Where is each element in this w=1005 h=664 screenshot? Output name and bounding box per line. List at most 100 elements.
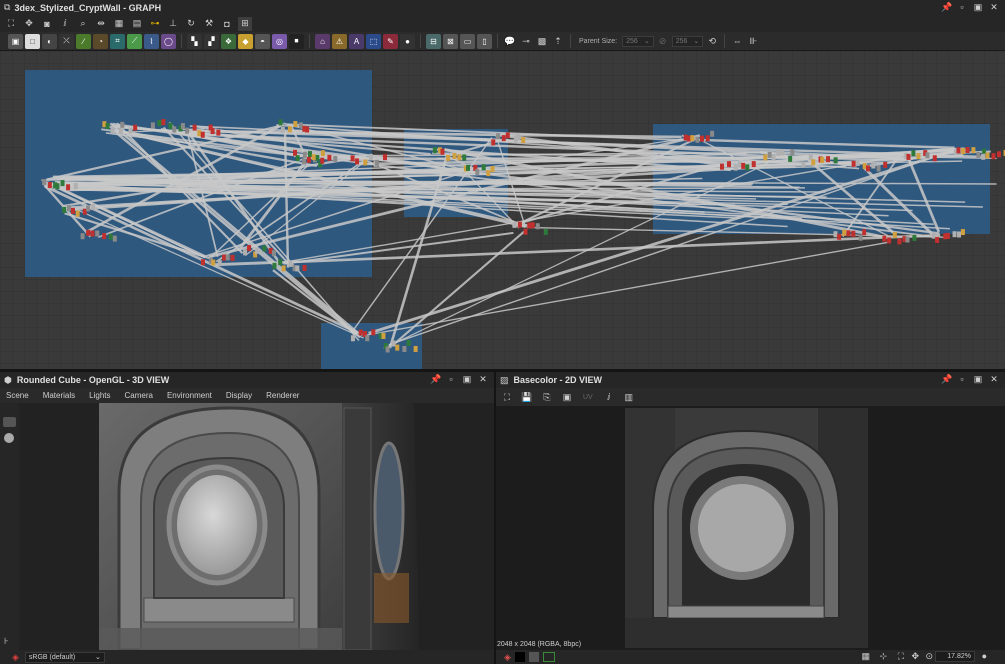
graph-node[interactable]: [710, 130, 715, 137]
graph-node[interactable]: [157, 120, 162, 127]
graph-node[interactable]: [42, 179, 47, 186]
graph-node[interactable]: [60, 180, 65, 187]
move-icon[interactable]: ✥: [22, 17, 36, 31]
curve-icon[interactable]: ∕: [76, 33, 91, 49]
parent-size-dropdown-y[interactable]: 256 ⌄: [671, 35, 704, 47]
graph-canvas[interactable]: [0, 51, 1005, 369]
close-icon[interactable]: ✕: [989, 2, 999, 12]
grid-icon[interactable]: ▤: [130, 17, 144, 31]
graph-node[interactable]: [395, 344, 400, 351]
graph-node[interactable]: [808, 154, 813, 161]
graph-node[interactable]: [200, 131, 205, 138]
graph-node[interactable]: [462, 154, 467, 161]
graph-node[interactable]: [523, 228, 528, 235]
graph-node[interactable]: [700, 135, 705, 142]
maximize-icon[interactable]: ▣: [973, 374, 983, 384]
channels-icon[interactable]: ▣: [560, 390, 574, 404]
graph-node[interactable]: [981, 153, 986, 160]
close-icon[interactable]: ✕: [989, 374, 999, 384]
graph-node[interactable]: [490, 166, 495, 173]
graph-node[interactable]: [197, 130, 202, 137]
ao-icon[interactable]: ◓: [255, 33, 270, 49]
rotate-icon[interactable]: ↻: [184, 17, 198, 31]
graph-node[interactable]: [86, 205, 91, 212]
graph-node[interactable]: [230, 254, 235, 261]
graph-node[interactable]: [952, 231, 957, 238]
compare-icon[interactable]: ⇔: [730, 34, 744, 48]
graph-node[interactable]: [446, 154, 451, 161]
graph-node[interactable]: [350, 155, 355, 162]
output-icon[interactable]: ⏹: [289, 33, 304, 49]
graph-node[interactable]: [935, 236, 940, 243]
graph-node[interactable]: [961, 148, 966, 155]
tile-icon[interactable]: ⌂: [315, 33, 330, 49]
graph-node[interactable]: [217, 260, 222, 267]
graph-node[interactable]: [327, 154, 332, 161]
graph-node[interactable]: [833, 157, 838, 164]
graph-node[interactable]: [73, 183, 78, 190]
copy-icon[interactable]: ⎘: [540, 390, 554, 404]
maximize-icon[interactable]: ▣: [973, 2, 983, 12]
graph-node[interactable]: [726, 161, 731, 168]
zoom-field[interactable]: 17.82%: [935, 651, 975, 662]
float-icon[interactable]: ▫: [446, 374, 456, 384]
graph-node[interactable]: [776, 149, 781, 156]
tiling-icon[interactable]: ⊹: [879, 651, 887, 662]
uniform-color-icon[interactable]: □: [25, 33, 40, 49]
graph-node[interactable]: [745, 164, 750, 171]
graph-node[interactable]: [302, 264, 307, 271]
reset-icon[interactable]: ⟲: [705, 34, 719, 48]
graph-node[interactable]: [350, 335, 355, 342]
bitmap-node-icon[interactable]: ▣: [8, 33, 23, 49]
graph-node[interactable]: [315, 154, 320, 161]
graph-node[interactable]: [512, 221, 517, 228]
menu-display[interactable]: Display: [226, 391, 252, 400]
graph-node[interactable]: [790, 149, 795, 156]
warp-icon[interactable]: ⌇: [144, 33, 159, 49]
graph-node[interactable]: [255, 247, 260, 254]
graph-node[interactable]: [767, 151, 772, 158]
graph-node[interactable]: [413, 345, 418, 352]
graph-node[interactable]: [862, 229, 867, 236]
menu-environment[interactable]: Environment: [167, 391, 212, 400]
graph-node[interactable]: [295, 265, 300, 272]
histogram-icon[interactable]: ▥: [622, 390, 636, 404]
graph-node[interactable]: [957, 231, 962, 238]
graph-node[interactable]: [75, 210, 80, 217]
graph-node[interactable]: [86, 229, 91, 236]
normal-icon[interactable]: ❖: [221, 33, 236, 49]
graph-node[interactable]: [733, 164, 738, 171]
graph-node[interactable]: [996, 151, 1001, 158]
hsl-icon[interactable]: ◔: [93, 33, 108, 49]
graph-node[interactable]: [243, 249, 248, 256]
blur-icon[interactable]: ◯: [161, 33, 176, 49]
graph-node[interactable]: [440, 148, 445, 155]
black-swatch[interactable]: [514, 652, 525, 662]
graph-node[interactable]: [505, 132, 510, 139]
distribute-icon[interactable]: ⊠: [443, 33, 458, 49]
graph-node[interactable]: [120, 121, 125, 128]
search-icon[interactable]: ⌕: [76, 17, 90, 31]
graph-node[interactable]: [771, 154, 776, 161]
graph-node[interactable]: [305, 126, 310, 133]
graph-node[interactable]: [70, 207, 75, 214]
graph-node[interactable]: [225, 254, 230, 261]
graph-node[interactable]: [912, 234, 917, 241]
transform-icon[interactable]: ⌗: [110, 33, 125, 49]
pin-icon[interactable]: 📌: [941, 374, 952, 384]
graph-node[interactable]: [391, 340, 396, 347]
graph-node[interactable]: [481, 164, 486, 171]
fit-icon[interactable]: ⛶: [898, 651, 904, 662]
graph-node[interactable]: [971, 147, 976, 154]
graph-node[interactable]: [801, 161, 806, 168]
graph-node[interactable]: [307, 151, 312, 158]
levels-icon[interactable]: ⤫: [59, 33, 74, 49]
graph-node[interactable]: [543, 228, 548, 235]
graph-node[interactable]: [118, 128, 123, 135]
graph-node[interactable]: [168, 122, 173, 129]
graph-node[interactable]: [916, 153, 921, 160]
close-icon[interactable]: ✕: [478, 374, 488, 384]
graph-node[interactable]: [278, 259, 283, 266]
graph-node[interactable]: [457, 154, 462, 161]
graph-node[interactable]: [80, 233, 85, 240]
